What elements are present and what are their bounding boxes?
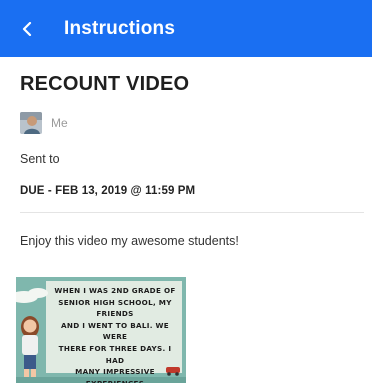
author-row[interactable]: Me (20, 112, 68, 134)
author-name: Me (51, 116, 68, 130)
due-date: DUE - FEB 13, 2019 @ 11:59 PM (20, 185, 196, 197)
sent-to-label[interactable]: Sent to (20, 152, 60, 166)
assignment-title: RECOUNT VIDEO (20, 73, 190, 95)
video-thumbnail[interactable]: When I was 2nd grade of senior high scho… (16, 277, 186, 383)
chevron-left-icon (22, 21, 32, 36)
app-bar: Instructions (0, 0, 372, 57)
assignment-message: Enjoy this video my awesome students! (20, 234, 239, 248)
thumbnail-caption: When I was 2nd grade of senior high scho… (54, 286, 176, 383)
divider (20, 212, 364, 213)
back-button[interactable] (22, 0, 52, 57)
app-bar-title: Instructions (64, 17, 176, 39)
avatar (20, 112, 42, 134)
